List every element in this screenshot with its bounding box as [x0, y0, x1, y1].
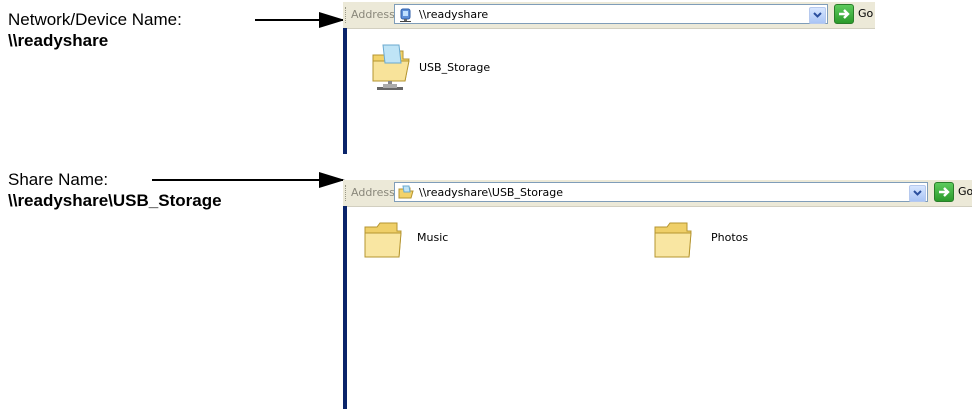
address-dropdown-button[interactable]	[809, 7, 826, 24]
explorer-window-readyshare: Address \\readyshare Go USB_Storage	[343, 2, 875, 154]
share-name-value: \\readyshare\USB_Storage	[8, 191, 222, 210]
shared-folder-icon	[398, 185, 414, 199]
network-drive-icon	[400, 8, 411, 22]
address-value: \\readyshare\USB_Storage	[419, 186, 564, 199]
address-value: \\readyshare	[419, 8, 489, 21]
file-view: USB_Storage	[347, 29, 875, 154]
folder-label-photos: Photos	[711, 231, 749, 244]
network-device-callout: Network/Device Name: \\readyshare	[8, 9, 182, 51]
address-dropdown-button[interactable]	[909, 185, 926, 202]
folder-icon	[654, 222, 692, 258]
toolbar-grip[interactable]	[345, 185, 348, 201]
address-label: Address	[351, 186, 395, 199]
network-device-value: \\readyshare	[8, 31, 109, 50]
folder-label-usb-storage: USB_Storage	[419, 61, 491, 74]
address-input[interactable]: \\readyshare\USB_Storage	[394, 182, 928, 202]
folder-label-music: Music	[417, 231, 449, 244]
go-label: Go	[858, 7, 874, 20]
go-label: Go	[958, 185, 972, 198]
file-view: Music Photos	[347, 207, 972, 409]
chevron-down-icon	[813, 12, 822, 18]
share-arrow	[152, 172, 345, 188]
address-label: Address	[351, 8, 395, 21]
go-arrow-icon	[939, 187, 950, 197]
network-arrow	[255, 12, 345, 28]
address-bar: Address \\readyshare\USB_Storage Go	[343, 180, 972, 207]
shared-folder-icon	[372, 44, 410, 90]
go-arrow-icon	[839, 9, 850, 19]
chevron-down-icon	[913, 190, 922, 196]
toolbar-grip[interactable]	[345, 7, 348, 23]
folder-icon	[364, 222, 402, 258]
share-name-callout: Share Name: \\readyshare\USB_Storage	[8, 169, 222, 211]
network-device-label: Network/Device Name:	[8, 10, 182, 29]
address-bar: Address \\readyshare Go	[343, 2, 875, 29]
explorer-window-usb-storage: Address \\readyshare\USB_Storage Go Musi…	[343, 180, 972, 409]
address-input[interactable]: \\readyshare	[394, 4, 828, 24]
